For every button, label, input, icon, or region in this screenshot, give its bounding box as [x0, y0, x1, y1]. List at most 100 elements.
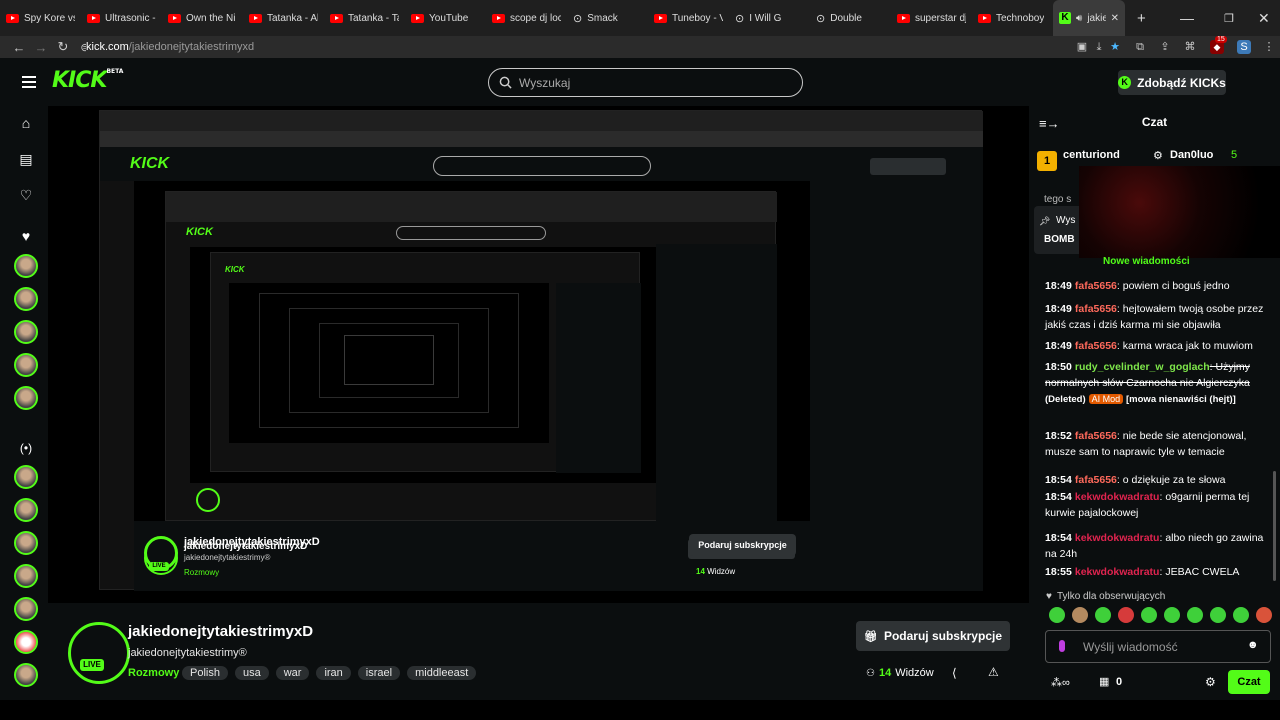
emote-icon[interactable]	[1095, 607, 1111, 623]
leaderboard-user-1[interactable]: centuriond	[1063, 149, 1120, 161]
browse-icon[interactable]: ▤	[18, 151, 34, 167]
followed-channel-avatar[interactable]	[14, 353, 38, 377]
loyalty-points-icon[interactable]: ⁂∞	[1051, 676, 1070, 689]
chat-settings-icon[interactable]: ⚙	[1205, 675, 1216, 689]
share-channel-icon[interactable]: ⟨	[952, 666, 957, 680]
browser-tab[interactable]: scope dj loc	[486, 0, 567, 36]
followed-channel-avatar[interactable]	[14, 386, 38, 410]
reload-icon[interactable]: ↻	[52, 39, 74, 55]
emote-icon[interactable]	[1072, 607, 1088, 623]
recommended-channel-avatar[interactable]	[14, 531, 38, 555]
emote-icon[interactable]	[1187, 607, 1203, 623]
message-username[interactable]: fafa5656	[1075, 340, 1117, 352]
browser-tab[interactable]: Tuneboy - V	[648, 0, 729, 36]
maximize-icon[interactable]: ❐	[1224, 12, 1234, 25]
browser-tab[interactable]: ⊙ I Will G	[729, 0, 810, 36]
chat-scrollbar[interactable]	[1273, 471, 1276, 581]
report-icon[interactable]: ⚠	[988, 665, 999, 679]
chat-message[interactable]: 18:54 fafa5656: o dziękuje za te słowa	[1045, 472, 1273, 488]
browser-tab[interactable]: superstar dj	[891, 0, 972, 36]
extensions-icon[interactable]: ⧉	[1133, 40, 1147, 54]
browser-tab[interactable]: Spy Kore vs	[0, 0, 81, 36]
tag-pill[interactable]: middleeast	[407, 666, 477, 680]
emote-icon[interactable]	[1256, 607, 1272, 623]
emote-icon[interactable]	[1210, 607, 1226, 623]
chat-message[interactable]: 18:52 fafa5656: nie bede sie atencjonowal…	[1045, 428, 1273, 460]
forward-icon[interactable]: →	[30, 40, 52, 55]
browser-tab[interactable]: Ultrasonic -	[81, 0, 162, 36]
chat-message[interactable]: 18:55 kekwdokwadratu: JEBAC CWELA	[1045, 564, 1273, 580]
microphone-icon[interactable]	[1059, 640, 1065, 652]
profile-icon[interactable]: S	[1237, 40, 1251, 54]
chat-message[interactable]: 18:54 kekwdokwadratu: albo niech go zawin…	[1045, 530, 1273, 562]
new-messages-label[interactable]: Nowe wiadomości	[1103, 256, 1190, 267]
browser-tab[interactable]: Technoboy	[972, 0, 1053, 36]
minimize-icon[interactable]: —	[1180, 10, 1194, 26]
recommended-channel-avatar[interactable]	[14, 663, 38, 687]
chat-message[interactable]: 18:49 fafa5656: powiem ci boguś jedno	[1045, 278, 1273, 294]
bookmark-star-icon[interactable]: ★	[1108, 40, 1122, 54]
message-username[interactable]: fafa5656	[1075, 280, 1117, 292]
gift-box-icon[interactable]: ▦	[1099, 675, 1109, 688]
message-username[interactable]: kekwdokwadratu	[1075, 566, 1160, 578]
browser-menu-icon[interactable]: ⋮	[1262, 40, 1276, 54]
browser-tab[interactable]: ⊙ Smack	[567, 0, 648, 36]
browser-tab[interactable]: Own the Ni	[162, 0, 243, 36]
message-username[interactable]: fafa5656	[1075, 430, 1117, 442]
url-field[interactable]: kick.com/jakiedonejtytakiestrimyxd	[86, 36, 1056, 58]
category-link[interactable]: Rozmowy	[128, 667, 179, 679]
browser-tab[interactable]: ⊙ Double	[810, 0, 891, 36]
screen-share-icon[interactable]: ▣	[1075, 40, 1089, 54]
gift-subscription-button[interactable]: 🎁︎ Podaruj subskrypcje	[856, 621, 1010, 651]
chat-message[interactable]: 18:49 fafa5656: karma wraca jak to muwiom	[1045, 338, 1273, 354]
recommended-channel-avatar[interactable]	[14, 597, 38, 621]
emote-icon[interactable]	[1049, 607, 1065, 623]
followed-channel-avatar[interactable]	[14, 320, 38, 344]
emote-icon[interactable]	[1164, 607, 1180, 623]
chat-message[interactable]: 18:54 kekwdokwadratu: o9garnij perma tej …	[1045, 489, 1273, 521]
emote-icon[interactable]	[1141, 607, 1157, 623]
kick-logo[interactable]: KICKBETA	[52, 68, 123, 93]
home-icon[interactable]: ⌂	[18, 115, 34, 131]
message-username[interactable]: fafa5656	[1075, 303, 1117, 315]
message-username[interactable]: kekwdokwadratu	[1075, 532, 1160, 544]
tag-pill[interactable]: war	[275, 666, 310, 680]
recommended-channel-avatar[interactable]	[14, 564, 38, 588]
message-username[interactable]: fafa5656	[1075, 474, 1117, 486]
tag-pill[interactable]: Polish	[182, 666, 228, 680]
chat-message[interactable]: 18:50 rudy_cvelinder_w_goglach: Użyjmy no…	[1045, 359, 1273, 408]
gamepad-icon[interactable]: ⌘	[1183, 40, 1197, 54]
recommended-channel-avatar[interactable]	[14, 498, 38, 522]
following-heart-icon[interactable]: ♡	[18, 187, 34, 203]
browser-tab-active[interactable]: K 🔊︎ jakie ✕	[1053, 0, 1125, 36]
close-tab-icon[interactable]: ✕	[1111, 13, 1119, 24]
tag-pill[interactable]: iran	[316, 666, 351, 680]
emote-icon[interactable]	[1233, 607, 1249, 623]
video-player[interactable]: KICK jakiedonejtytakiestrimyxD KICK KICK	[48, 106, 1029, 603]
recommended-channel-avatar[interactable]	[14, 465, 38, 489]
recommended-channel-avatar[interactable]	[14, 630, 38, 654]
message-username[interactable]: rudy_cvelinder_w_goglach	[1075, 361, 1210, 373]
chat-message[interactable]: 18:49 fafa5656: hejtowałem twoją osobe pr…	[1045, 301, 1273, 333]
close-window-icon[interactable]: ✕	[1258, 10, 1270, 27]
share-icon[interactable]: ⇪	[1158, 40, 1172, 54]
hamburger-menu-icon[interactable]	[22, 76, 36, 88]
search-input[interactable]: Wyszukaj	[488, 68, 803, 97]
emote-icon[interactable]	[1118, 607, 1134, 623]
browser-tab[interactable]: Tatanka - Ta	[324, 0, 405, 36]
back-icon[interactable]: ←	[8, 40, 30, 55]
followed-channel-avatar[interactable]	[14, 254, 38, 278]
channel-avatar[interactable]	[68, 622, 130, 684]
download-page-icon[interactable]: ⤓	[1092, 40, 1106, 54]
send-chat-button[interactable]: Czat	[1228, 670, 1270, 694]
message-username[interactable]: kekwdokwadratu	[1075, 491, 1160, 503]
tag-pill[interactable]: israel	[357, 666, 401, 680]
leaderboard-user-2[interactable]: Dan0luo	[1170, 149, 1213, 161]
channel-username[interactable]: jakiedonejtytakiestrimy®	[128, 647, 247, 659]
tag-pill[interactable]: usa	[234, 666, 269, 680]
followed-channel-avatar[interactable]	[14, 287, 38, 311]
get-kicks-button[interactable]: K Zdobądź KICKs	[1118, 70, 1226, 95]
browser-tab[interactable]: Tatanka - Al	[243, 0, 324, 36]
emote-picker-icon[interactable]: ☻	[1247, 639, 1259, 651]
browser-tab[interactable]: YouTube	[405, 0, 486, 36]
